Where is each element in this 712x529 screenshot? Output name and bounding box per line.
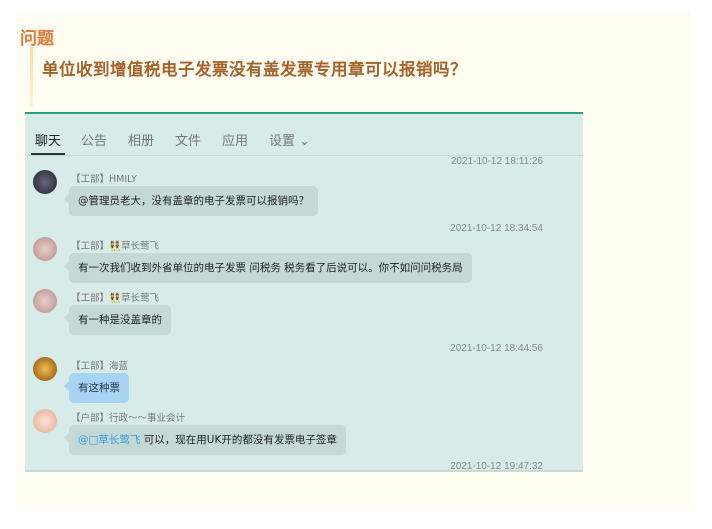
- message-bubble: 有一次我们收到外省单位的电子发票 问税务 税务看了后说可以。你不如问问税务局: [64, 253, 472, 283]
- avatar[interactable]: [33, 237, 57, 261]
- tab-settings[interactable]: 设置 ⌄: [269, 130, 310, 149]
- question-label: 问题: [20, 29, 54, 49]
- chat-screenshot: 聊天 公告 相册 文件 应用 设置 ⌄ 2021-10-12 18:11:26 …: [25, 112, 583, 472]
- mention-link[interactable]: @□草长莺飞: [78, 434, 140, 446]
- sender-name: 【工部】海蓝: [71, 361, 129, 372]
- tab-apps[interactable]: 应用: [222, 130, 248, 149]
- quote-bar: [30, 46, 33, 106]
- timestamp: 2021-10-12 18:11:26: [450, 156, 543, 167]
- timestamp: 2021-10-12 18:34:54: [450, 223, 543, 234]
- tab-bar: 聊天 公告 相册 文件 应用 设置 ⌄: [25, 114, 583, 156]
- message-bubble: 有这种票: [64, 373, 129, 403]
- avatar[interactable]: [33, 289, 57, 313]
- message-bubble: 有一种是没盖章的: [64, 305, 171, 335]
- sender-name: 【工部】HMILY: [71, 174, 137, 185]
- tab-files[interactable]: 文件: [175, 130, 201, 149]
- sender-name: 【工部】👯草长莺飞: [71, 293, 159, 304]
- timestamp: 2021-10-12 19:47:32: [450, 461, 543, 472]
- sender-name: 【户部】行政～～事业会计: [71, 413, 186, 424]
- timestamp: 2021-10-12 18:44:56: [450, 343, 543, 354]
- avatar[interactable]: [33, 357, 57, 381]
- avatar[interactable]: [33, 170, 57, 194]
- tab-chat[interactable]: 聊天: [30, 130, 66, 155]
- tab-album[interactable]: 相册: [128, 130, 154, 149]
- tab-announcements[interactable]: 公告: [81, 130, 107, 149]
- question-title: 单位收到增值税电子发票没有盖发票专用章可以报销吗？: [42, 60, 467, 79]
- sender-name: 【工部】👯草长莺飞: [71, 241, 159, 252]
- avatar[interactable]: [33, 409, 57, 433]
- message-bubble: @□草长莺飞 可以，现在用UK开的都没有发票电子签章: [64, 425, 346, 455]
- message-text: 可以，现在用UK开的都没有发票电子签章: [140, 434, 337, 446]
- message-bubble: @管理员老大，没有盖章的电子发票可以报销吗？: [64, 186, 318, 216]
